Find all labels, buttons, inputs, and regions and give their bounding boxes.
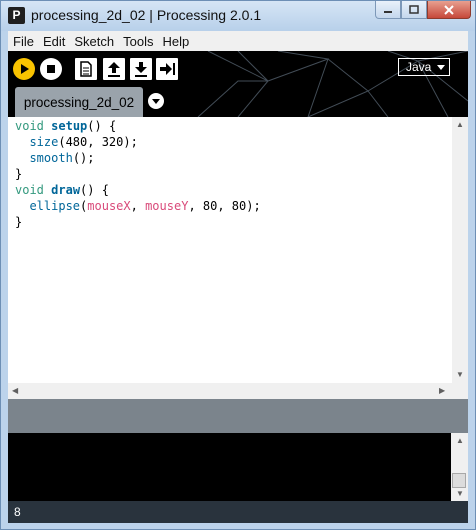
- new-button[interactable]: [75, 58, 97, 80]
- processing-window: P processing_2d_02 | Processing 2.0.1 Fi…: [0, 0, 476, 530]
- window-controls: [375, 1, 471, 19]
- line-number-status: 8: [8, 501, 468, 523]
- toolbar: Java processing_2d_02: [8, 51, 468, 117]
- code-keyword: void: [15, 183, 44, 197]
- menu-bar: File Edit Sketch Tools Help: [8, 31, 468, 51]
- code-text-segment: (480, 320);: [58, 135, 138, 149]
- sketch-tab[interactable]: processing_2d_02: [15, 87, 143, 117]
- stop-button[interactable]: [40, 58, 62, 80]
- stop-icon: [47, 65, 55, 73]
- tab-menu-button[interactable]: [148, 93, 164, 109]
- editor-horizontal-scrollbar[interactable]: ◀ ▶: [8, 383, 468, 399]
- console-scrollbar[interactable]: ▲ ▼: [451, 433, 468, 501]
- menu-sketch[interactable]: Sketch: [69, 34, 118, 49]
- window-title: processing_2d_02 | Processing 2.0.1: [31, 7, 262, 23]
- save-button[interactable]: [130, 58, 152, 80]
- code-editor[interactable]: void setup() { size(480, 320); smooth();…: [8, 117, 452, 383]
- title-bar[interactable]: P processing_2d_02 | Processing 2.0.1: [1, 1, 475, 31]
- mode-selector[interactable]: Java: [398, 58, 450, 76]
- code-text-segment: }: [15, 215, 23, 229]
- minimize-button[interactable]: [375, 1, 401, 19]
- code-text-segment: , 80, 80);: [188, 199, 261, 213]
- scroll-right-icon[interactable]: ▶: [439, 387, 445, 395]
- open-button[interactable]: [103, 58, 125, 80]
- menu-help[interactable]: Help: [157, 34, 193, 49]
- close-button[interactable]: [427, 1, 471, 19]
- export-button[interactable]: [156, 58, 178, 80]
- processing-app-icon: P: [8, 7, 25, 24]
- code-function: smooth: [29, 151, 73, 165]
- export-arrow-icon: [160, 63, 175, 75]
- minimize-icon: [384, 10, 392, 13]
- play-icon: [21, 64, 29, 74]
- menu-file[interactable]: File: [8, 34, 38, 49]
- code-text: void setup() { size(480, 320); smooth();…: [8, 117, 452, 230]
- console-scroll-thumb[interactable]: [452, 473, 466, 488]
- scroll-down-icon[interactable]: ▼: [456, 490, 464, 498]
- arrow-up-icon: [108, 62, 120, 77]
- code-text-segment: ,: [130, 199, 146, 213]
- scroll-down-icon[interactable]: ▼: [456, 371, 464, 379]
- message-area[interactable]: [8, 399, 468, 433]
- maximize-button[interactable]: [401, 1, 427, 19]
- scroll-left-icon[interactable]: ◀: [12, 387, 18, 395]
- menu-tools[interactable]: Tools: [118, 34, 157, 49]
- caret-down-icon: [437, 64, 446, 70]
- arrow-down-icon: [135, 62, 147, 77]
- code-text-segment: () {: [80, 183, 109, 197]
- code-variable: mouseX: [87, 199, 131, 213]
- code-text-segment: }: [15, 167, 23, 181]
- close-icon: [444, 4, 454, 15]
- code-function: ellipse: [29, 199, 81, 213]
- code-function: size: [29, 135, 59, 149]
- code-variable: mouseY: [145, 199, 189, 213]
- code-function: draw: [51, 183, 81, 197]
- scroll-up-icon[interactable]: ▲: [456, 121, 464, 129]
- maximize-icon: [409, 4, 419, 14]
- scroll-up-icon[interactable]: ▲: [456, 437, 464, 445]
- mode-label: Java: [406, 60, 432, 74]
- menu-edit[interactable]: Edit: [38, 34, 69, 49]
- code-text-segment: () {: [87, 119, 117, 133]
- editor-vertical-scrollbar[interactable]: ▲ ▼: [452, 117, 468, 383]
- code-keyword: void: [15, 119, 44, 133]
- run-button[interactable]: [13, 58, 35, 80]
- console-output[interactable]: [8, 433, 451, 501]
- code-text-segment: ();: [72, 151, 95, 165]
- code-function: setup: [51, 119, 88, 133]
- new-file-icon: [80, 61, 92, 77]
